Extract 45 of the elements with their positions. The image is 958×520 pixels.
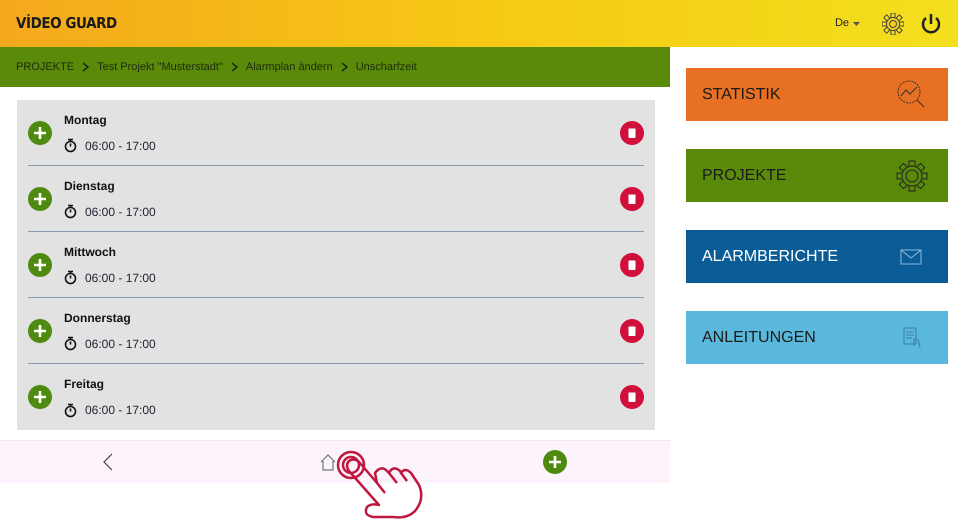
add-icon[interactable] — [543, 450, 567, 474]
stopwatch-icon — [64, 402, 77, 418]
delete-icon[interactable] — [620, 252, 644, 276]
chevron-icon — [230, 62, 238, 72]
day-name: Freitag — [64, 376, 106, 393]
delete-icon[interactable] — [620, 318, 644, 342]
time-range: 06:00 - 17:00 — [85, 204, 156, 220]
caret-icon — [853, 22, 860, 26]
breadcrumb-link[interactable]: Alarmplan ändern — [246, 58, 333, 76]
breadcrumb-link[interactable]: Test Projekt "Musterstadt" — [97, 58, 223, 76]
breadcrumb-link[interactable]: PROJEKTE — [16, 58, 74, 76]
breadcrumb-link[interactable]: Unscharfzeit — [356, 58, 417, 76]
day-name: Dienstag — [64, 178, 116, 194]
power-icon[interactable] — [920, 12, 942, 34]
stopwatch-icon — [64, 204, 77, 219]
gear-icon — [896, 160, 928, 192]
stopwatch-icon — [64, 138, 77, 153]
stopwatch-icon — [64, 270, 77, 285]
chevron-icon — [82, 62, 90, 72]
home-icon[interactable] — [319, 453, 337, 471]
logo: VİDEO GUARD — [16, 13, 117, 34]
time-range: 06:00 - 17:00 — [85, 138, 156, 154]
language-dropdown[interactable]: De — [828, 14, 866, 33]
stopwatch-icon — [64, 336, 77, 351]
day-name: Montag — [64, 112, 108, 128]
delete-icon[interactable] — [620, 385, 644, 409]
add-icon[interactable] — [28, 186, 52, 210]
back-icon[interactable] — [103, 453, 113, 471]
delete-icon[interactable] — [620, 186, 644, 210]
day-name: Donnerstag — [64, 310, 132, 326]
menu-tile[interactable]: ANLEITUNGEN — [686, 311, 948, 364]
menu-tile[interactable]: ALARMBERICHTE — [686, 230, 948, 283]
delete-icon[interactable] — [620, 120, 644, 144]
time-range: 06:00 - 17:00 — [85, 402, 156, 419]
time-range: 06:00 - 17:00 — [85, 270, 156, 286]
menu-tile[interactable]: STATISTIK — [686, 68, 948, 121]
chevron-icon — [340, 62, 348, 72]
add-icon[interactable] — [28, 120, 52, 144]
add-icon[interactable] — [28, 385, 52, 409]
add-icon[interactable] — [28, 318, 52, 342]
day-name: Mittwoch — [64, 244, 117, 260]
settings-icon[interactable] — [882, 12, 904, 34]
menu-tile[interactable]: PROJEKTE — [686, 149, 948, 202]
add-icon[interactable] — [28, 252, 52, 276]
time-range: 06:00 - 17:00 — [85, 336, 156, 352]
